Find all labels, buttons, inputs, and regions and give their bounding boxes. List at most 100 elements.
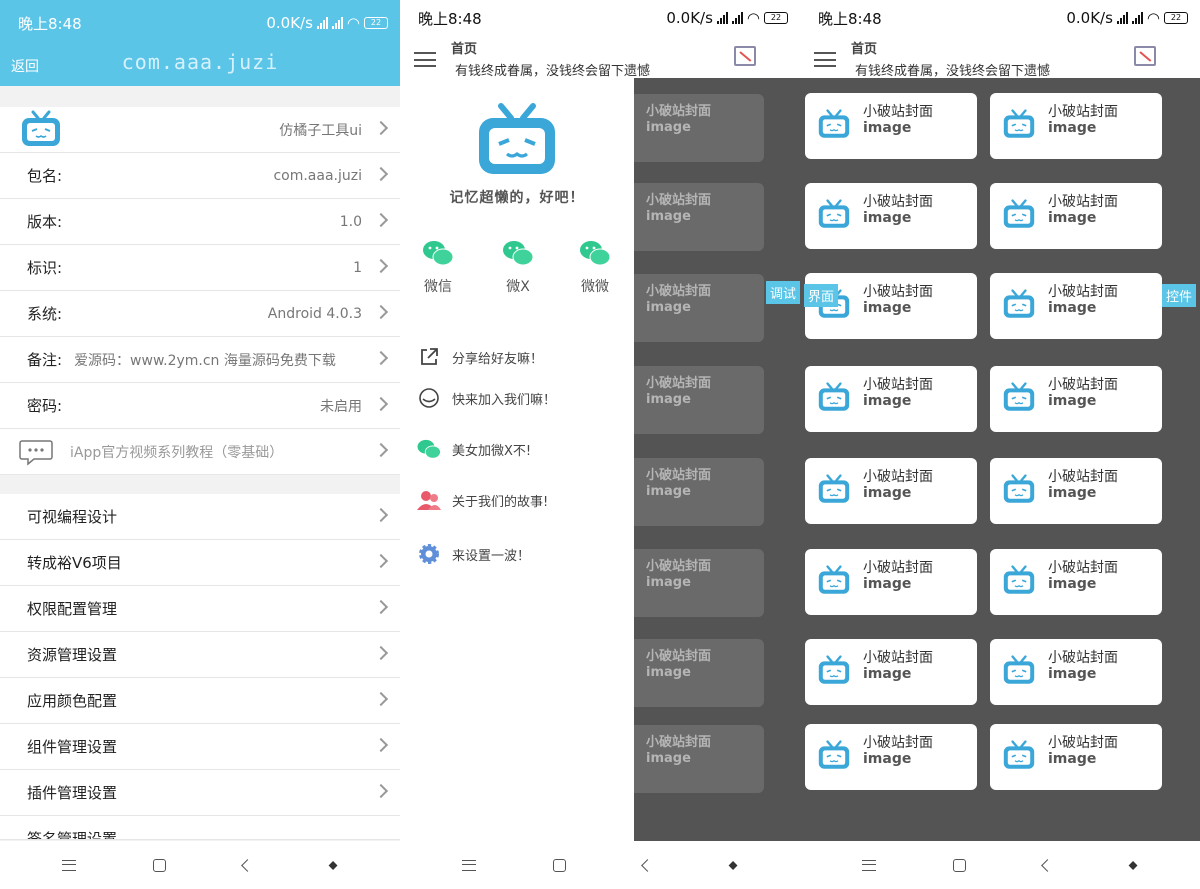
battery-icon: 22: [764, 12, 788, 24]
header-subtitle: 有钱终成眷属，没钱终会留下遗憾: [455, 64, 651, 79]
cover-tile[interactable]: 小破站封面 image: [990, 366, 1162, 432]
tile-title: 小破站封面: [1048, 560, 1118, 576]
cover-tile[interactable]: 小破站封面 image: [805, 458, 977, 524]
widget-float-button[interactable]: 控件: [1162, 284, 1197, 307]
cover-tile[interactable]: 小破站封面 image: [805, 724, 977, 790]
bilibili-tv-icon: [817, 655, 851, 691]
settings-item[interactable]: 权限配置管理: [0, 586, 400, 632]
status-bar: 晚上8:48 0.0K/s ◠ 22: [800, 0, 1200, 36]
info-row-system[interactable]: 系统: Android 4.0.3: [0, 291, 400, 337]
cover-tile[interactable]: 小破站封面 image: [805, 183, 977, 249]
back-nav-button[interactable]: [240, 858, 254, 872]
ghost-tile: 小破站封面 image: [634, 725, 764, 793]
cover-tile[interactable]: 小破站封面 image: [990, 639, 1162, 705]
ui-float-button[interactable]: 界面: [804, 284, 839, 307]
signal-icon: [316, 17, 328, 29]
tile-title: 小破站封面: [1048, 284, 1118, 300]
menu-wechat[interactable]: 美女加微X不!: [416, 436, 531, 462]
settings-item[interactable]: 转成裕V6项目: [0, 540, 400, 586]
info-row-version[interactable]: 版本: 1.0: [0, 199, 400, 245]
tile-subtitle: image: [1048, 300, 1097, 316]
info-list: 仿橘子工具ui 包名: com.aaa.juzi 版本: 1.0 标识: 1 系…: [0, 107, 400, 475]
menu-icon[interactable]: [414, 52, 436, 67]
settings-item[interactable]: 可视编程设计: [0, 494, 400, 540]
settings-item[interactable]: 组件管理设置: [0, 724, 400, 770]
settings-item[interactable]: 插件管理设置: [0, 770, 400, 816]
chevron-right-icon: [373, 691, 389, 707]
info-row-package[interactable]: 包名: com.aaa.juzi: [0, 153, 400, 199]
app-row[interactable]: 仿橘子工具ui: [0, 107, 400, 153]
tile-subtitle: image: [1048, 120, 1097, 136]
recents-button[interactable]: [862, 859, 877, 871]
back-nav-button[interactable]: [640, 858, 654, 872]
cover-tile[interactable]: 小破站封面 image: [990, 183, 1162, 249]
info-row-password[interactable]: 密码: 未启用: [0, 383, 400, 429]
tile-subtitle: image: [1048, 485, 1097, 501]
back-nav-button[interactable]: [1040, 858, 1054, 872]
menu-share[interactable]: 分享给好友嘛！: [416, 344, 543, 370]
accessibility-icon[interactable]: ⬥: [729, 858, 738, 873]
tile-title: 小破站封面: [863, 735, 933, 751]
home-button[interactable]: [153, 858, 167, 872]
wechat-w-item[interactable]: 微微: [565, 238, 625, 296]
settings-item[interactable]: 应用颜色配置: [0, 678, 400, 724]
wechat-icon: [423, 241, 454, 266]
bilibili-tv-icon: [22, 110, 60, 146]
ghost-tile: 小破站封面 image: [634, 549, 764, 617]
signal-icon-2: [731, 12, 743, 24]
tile-title: 小破站封面: [1048, 650, 1118, 666]
tile-subtitle: image: [863, 485, 912, 501]
wechat-item[interactable]: 微信: [408, 238, 468, 296]
tile-title: 小破站封面: [863, 194, 933, 210]
cover-tile[interactable]: 小破站封面 image: [805, 639, 977, 705]
wifi-icon: ◠: [346, 14, 360, 32]
drawer-screen: 晚上8:48 0.0K/s ◠ 22 首页 有钱终成眷属，没钱终会留下遗憾 小破…: [400, 0, 800, 889]
tile-title: 小破站封面: [1048, 377, 1118, 393]
menu-settings[interactable]: 来设置一波！: [416, 541, 530, 567]
home-button[interactable]: [953, 858, 967, 872]
drawer-scrim[interactable]: 小破站封面 image 小破站封面 image 小破站封面 image 小破站封面 im…: [634, 78, 800, 841]
bilibili-tv-icon: [817, 740, 851, 776]
wechat-icon: [416, 436, 442, 462]
menu-icon[interactable]: [814, 52, 836, 67]
cover-tile[interactable]: 小破站封面 image: [990, 724, 1162, 790]
wechat-x-item[interactable]: 微X: [488, 238, 548, 296]
tile-subtitle: image: [863, 120, 912, 136]
debug-float-button[interactable]: 调试: [766, 281, 800, 304]
nav-drawer: 记忆超懒的，好吧！ 微信 微X 微微 分享给好友嘛！ 快来加入我们嘛！ 美女加微…: [400, 78, 634, 841]
cover-tile[interactable]: 小破站封面 image: [990, 273, 1162, 339]
cover-tile[interactable]: 小破站封面 image: [805, 366, 977, 432]
ghost-tile: 小破站封面 image: [634, 274, 764, 342]
cover-tile[interactable]: 小破站封面 image: [805, 93, 977, 159]
people-icon: [416, 487, 442, 513]
tile-subtitle: image: [863, 751, 912, 767]
accessibility-icon[interactable]: ⬥: [329, 858, 338, 873]
recents-button[interactable]: [462, 859, 477, 871]
chevron-right-icon: [373, 258, 389, 274]
ghost-tile: 小破站封面 image: [634, 94, 764, 162]
tile-subtitle: image: [1048, 576, 1097, 592]
cover-tile[interactable]: 小破站封面 image: [990, 549, 1162, 615]
accessibility-icon[interactable]: ⬥: [1129, 858, 1138, 873]
app-info-screen: 晚上8:48 0.0K/s ◠ 22 返回 com.aaa.juzi 仿橘子工具…: [0, 0, 400, 889]
recents-button[interactable]: [62, 859, 77, 871]
cover-tile[interactable]: 小破站封面 image: [990, 458, 1162, 524]
cover-tile[interactable]: 小破站封面 image: [805, 549, 977, 615]
tile-subtitle: image: [1048, 393, 1097, 409]
calendar-icon[interactable]: [734, 46, 756, 66]
bilibili-tv-icon: [1002, 655, 1036, 691]
home-button[interactable]: [553, 858, 567, 872]
tile-subtitle: image: [863, 666, 912, 682]
menu-about[interactable]: 关于我们的故事!: [416, 487, 548, 513]
info-row-id[interactable]: 标识: 1: [0, 245, 400, 291]
menu-join[interactable]: 快来加入我们嘛！: [416, 385, 556, 411]
tutorial-row[interactable]: iApp官方视频系列教程（零基础）: [0, 429, 400, 475]
settings-list: 可视编程设计 转成裕V6项目 权限配置管理 资源管理设置 应用颜色配置 组件管理…: [0, 494, 400, 840]
calendar-icon[interactable]: [1134, 46, 1156, 66]
info-row-note[interactable]: 备注: 爱源码：www.2ym.cn 海量源码免费下载: [0, 337, 400, 383]
settings-item[interactable]: 资源管理设置: [0, 632, 400, 678]
cover-tile[interactable]: 小破站封面 image: [990, 93, 1162, 159]
chevron-right-icon: [373, 645, 389, 661]
tutorial-label: iApp官方视频系列教程（零基础）: [70, 444, 284, 461]
settings-item[interactable]: 签名管理设置: [0, 816, 400, 840]
